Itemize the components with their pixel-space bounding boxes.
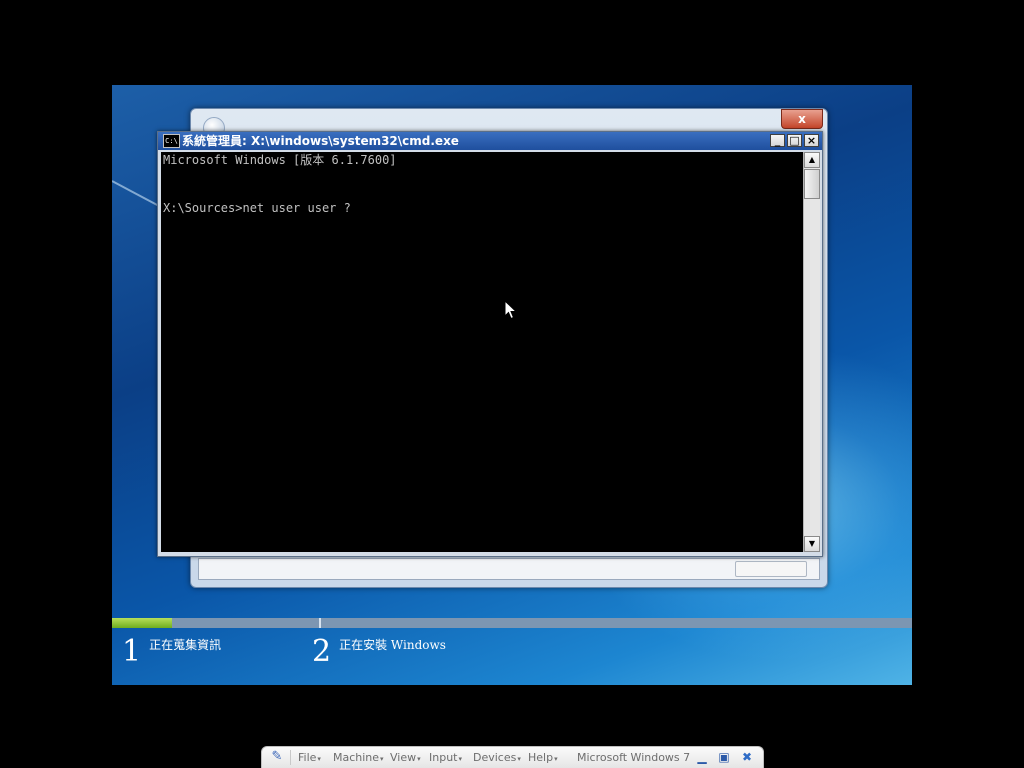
chevron-down-icon: ▾	[554, 755, 558, 763]
menu-machine[interactable]: Machine▾	[333, 751, 384, 766]
step-installing-windows: 2 正在安裝 Windows	[312, 635, 446, 669]
chevron-down-icon: ▾	[380, 755, 384, 763]
menu-devices[interactable]: Devices▾	[473, 751, 521, 766]
vertical-scrollbar[interactable]: ▲ ▼	[803, 152, 820, 552]
console-prompt-line: X:\Sources>net user user ?	[163, 201, 351, 215]
minimize-icon[interactable]: ▁	[694, 750, 710, 765]
menu-label: View	[390, 751, 417, 764]
console-output[interactable]: Microsoft Windows [版本 6.1.7600] X:\Sourc…	[161, 152, 803, 552]
menu-view[interactable]: View▾	[390, 751, 421, 766]
cmd-icon[interactable]: C:\	[163, 134, 180, 148]
menu-help[interactable]: Help▾	[528, 751, 558, 766]
scroll-thumb[interactable]	[804, 169, 820, 199]
cmd-titlebar[interactable]: C:\ 系統管理員: X:\windows\system32\cmd.exe _…	[158, 132, 822, 150]
virtualbox-mini-toolbar: ✎ File▾ Machine▾ View▾ Input▾ Devices▾ H…	[261, 746, 764, 768]
chevron-down-icon: ▾	[317, 755, 321, 763]
chevron-down-icon: ▾	[517, 755, 521, 763]
vm-screen: x C:\ 系統管理員: X:\windows\system32\cmd.exe…	[112, 85, 912, 685]
maximize-button[interactable]: □	[787, 134, 802, 147]
progress-divider	[319, 618, 321, 628]
restore-icon[interactable]: ▣	[716, 750, 732, 765]
step-label: 正在蒐集資訊	[149, 638, 222, 652]
pin-icon[interactable]: ✎	[268, 749, 286, 765]
menu-label: Input	[429, 751, 458, 764]
menu-label: Help	[528, 751, 554, 764]
menu-label: File	[298, 751, 317, 764]
scroll-down-icon[interactable]: ▼	[804, 536, 820, 552]
setup-close-button[interactable]: x	[781, 109, 823, 129]
vm-name: Microsoft Windows 7	[577, 751, 691, 764]
close-icon[interactable]: ✖	[739, 750, 755, 765]
console-line: Microsoft Windows [版本 6.1.7600]	[163, 153, 397, 167]
menu-label: Devices	[473, 751, 517, 764]
setup-progress-fill	[112, 618, 172, 628]
scroll-up-icon[interactable]: ▲	[804, 152, 820, 168]
toolbar-divider	[290, 750, 291, 765]
chevron-down-icon: ▾	[417, 755, 421, 763]
cmd-title: 系統管理員: X:\windows\system32\cmd.exe	[182, 134, 459, 148]
step-label: 正在安裝 Windows	[339, 638, 446, 652]
menu-input[interactable]: Input▾	[429, 751, 462, 766]
setup-next-button[interactable]	[735, 561, 807, 577]
step-collecting-info: 1 正在蒐集資訊	[122, 635, 221, 669]
step-number: 2	[312, 634, 332, 669]
chevron-down-icon: ▾	[458, 755, 462, 763]
menu-label: Machine	[333, 751, 380, 764]
minimize-button[interactable]: _	[770, 134, 785, 147]
step-number: 1	[122, 634, 142, 669]
setup-footer	[198, 558, 820, 580]
cmd-window[interactable]: C:\ 系統管理員: X:\windows\system32\cmd.exe _…	[157, 131, 823, 557]
setup-progress-bar	[112, 618, 912, 628]
menu-file[interactable]: File▾	[298, 751, 321, 766]
close-button[interactable]: ×	[804, 134, 819, 147]
